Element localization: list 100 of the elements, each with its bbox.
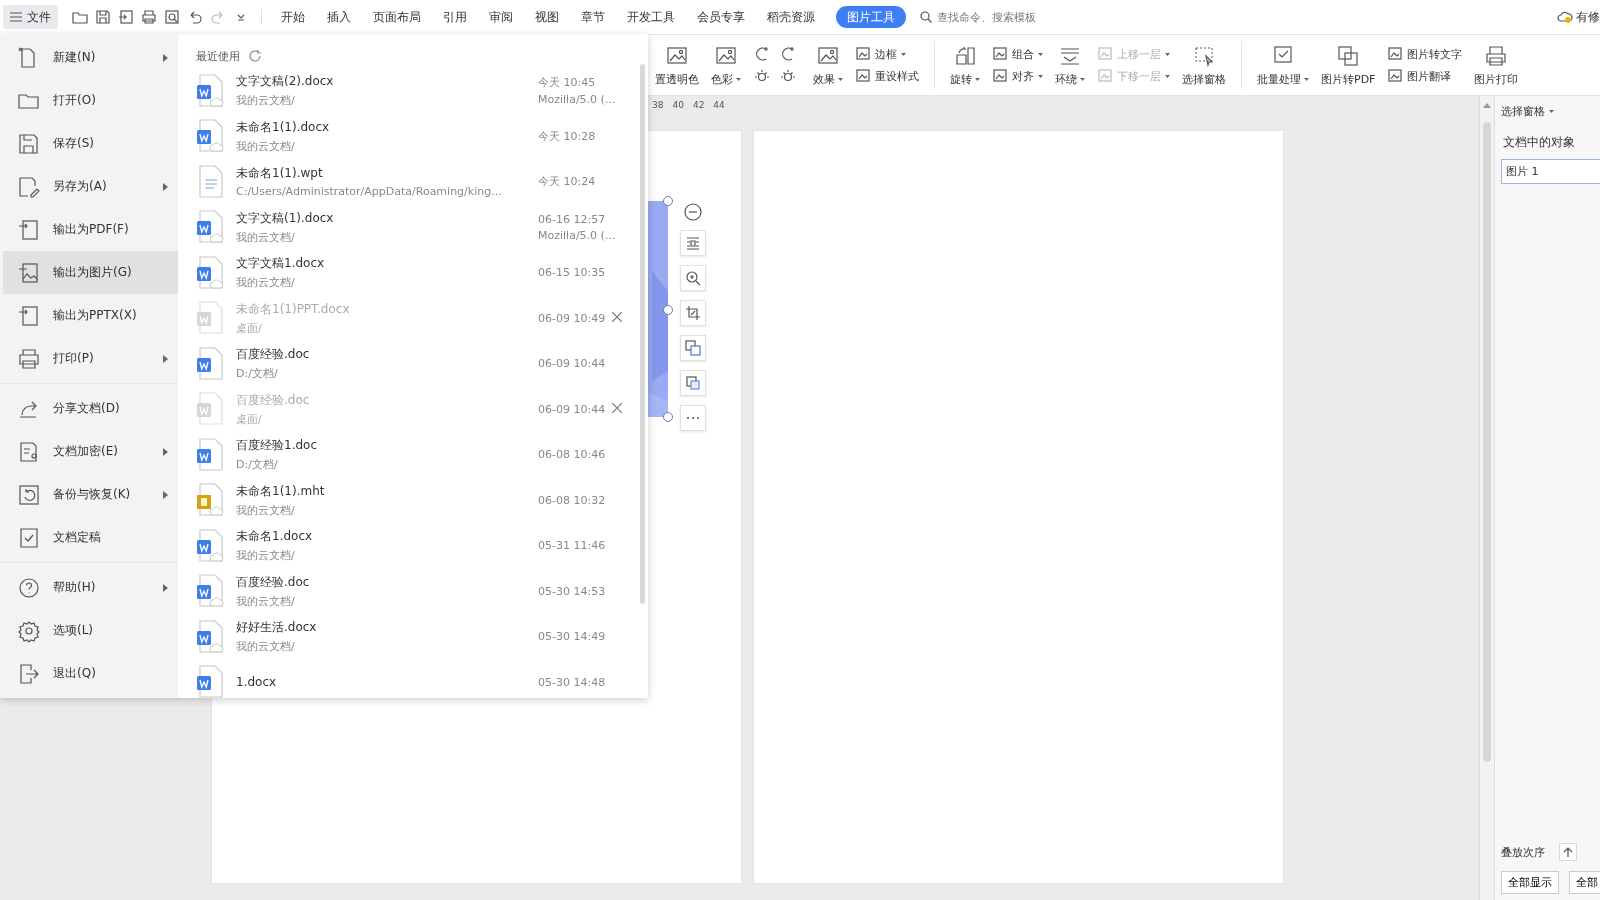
ribbon-tab[interactable]: 引用 — [432, 6, 478, 28]
file-name[interactable]: 未命名1(1).mht — [236, 482, 526, 500]
move-up-button[interactable] — [1559, 843, 1577, 861]
ribbon-button[interactable]: 对齐 — [989, 65, 1046, 87]
ribbon-button[interactable]: 环绕 — [1052, 41, 1088, 89]
scrollbar[interactable] — [640, 64, 645, 604]
ribbon-button[interactable]: 置透明色 — [652, 41, 702, 89]
ribbon-button[interactable]: 组合 — [989, 43, 1046, 65]
menu-item[interactable]: 选项(L) — [3, 609, 178, 652]
print-preview-icon[interactable] — [164, 9, 180, 25]
pane-button[interactable]: 全部显示 — [1501, 871, 1559, 894]
export-icon — [17, 217, 41, 242]
pane-subtitle: 文档中的对象 — [1503, 134, 1576, 151]
menu-item[interactable]: 输出为PPTX(X) — [3, 294, 178, 337]
tool-button[interactable] — [680, 230, 706, 256]
ribbon-button[interactable]: 图片转文字 — [1384, 43, 1466, 65]
menu-item[interactable]: 分享文档(D) — [3, 387, 178, 430]
menu-item[interactable]: 输出为图片(G) — [3, 251, 178, 294]
pane-button[interactable]: 全部 — [1569, 871, 1600, 894]
pane-title[interactable]: 选择窗格 — [1501, 104, 1600, 119]
close-icon[interactable] — [612, 402, 622, 413]
tool-button[interactable] — [680, 265, 706, 291]
ribbon-button[interactable]: 选择窗格 — [1179, 41, 1229, 89]
order-label: 叠放次序 — [1501, 844, 1545, 860]
menu-item[interactable]: 另存为(A) — [3, 165, 178, 208]
tool-button[interactable] — [680, 335, 706, 361]
arrow-icon — [1483, 102, 1491, 108]
restore-icon — [17, 482, 41, 507]
resize-handle[interactable] — [663, 305, 673, 315]
ribbon-button[interactable]: 图片翻译 — [1384, 65, 1455, 87]
menu-item[interactable]: 文档加密(E) — [3, 430, 178, 473]
menu-item[interactable]: 保存(S) — [3, 122, 178, 165]
ribbon-button[interactable]: 旋转 — [947, 41, 983, 89]
ribbon-tab[interactable]: 会员专享 — [686, 6, 756, 28]
file-name[interactable]: 百度经验.doc — [236, 573, 526, 591]
menu-item[interactable]: 输出为PDF(F) — [3, 208, 178, 251]
save-status[interactable]: 有修 — [1576, 8, 1600, 26]
ribbon-tab[interactable]: 页面布局 — [362, 6, 432, 28]
chevron-right-icon — [163, 490, 168, 499]
folder-icon[interactable] — [72, 9, 88, 25]
file-time: 06-09 10:49 — [538, 311, 606, 325]
ribbon-button[interactable]: 色彩 — [708, 41, 744, 89]
ribbon-button[interactable]: 图片打印 — [1471, 41, 1522, 89]
file-source: Mozilla/5.0 (... — [538, 228, 616, 242]
ribbon-tab[interactable]: 图片工具 — [836, 6, 906, 28]
scrollbar[interactable] — [1479, 96, 1494, 900]
tool-button[interactable] — [680, 370, 706, 396]
file-name[interactable]: 文字文稿1.docx — [236, 255, 526, 273]
close-icon[interactable] — [612, 311, 622, 322]
ribbon-tab[interactable]: 插入 — [316, 6, 362, 28]
printer-icon[interactable] — [141, 9, 157, 25]
menu-item[interactable]: 打开(O) — [3, 79, 178, 122]
ribbon-tab[interactable]: 章节 — [570, 6, 616, 28]
resize-handle[interactable] — [663, 412, 673, 422]
cloud-icon — [1557, 10, 1573, 24]
file-time: 05-30 14:53 — [538, 584, 606, 598]
file-name[interactable]: 1.docx — [236, 675, 526, 690]
menu-item[interactable]: 帮助(H) — [3, 566, 178, 609]
chevron-right-icon — [163, 354, 168, 363]
file-name[interactable]: 百度经验.doc — [236, 346, 526, 364]
export-icon[interactable] — [118, 9, 134, 25]
refresh-icon[interactable] — [248, 49, 262, 63]
file-name[interactable]: 文字文稿(2).docx — [236, 73, 526, 91]
resize-handle[interactable] — [663, 196, 673, 206]
file-name[interactable]: 未命名1.docx — [236, 528, 526, 546]
menu-item[interactable]: 打印(P) — [3, 337, 178, 380]
file-time: 05-31 11:46 — [538, 539, 606, 553]
file-path: 我的云文档/ — [236, 639, 296, 655]
printer-icon — [1484, 43, 1509, 68]
exit-icon — [17, 661, 41, 686]
ribbon-button[interactable]: 图片转PDF — [1318, 41, 1379, 89]
ribbon-button[interactable]: 边框 — [852, 43, 909, 65]
menu-item[interactable]: 新建(N) — [3, 36, 178, 79]
save-icon[interactable] — [95, 9, 111, 25]
ribbon-tab[interactable]: 开始 — [270, 6, 316, 28]
file-name[interactable]: 文字文稿(1).docx — [236, 209, 526, 227]
file-menu-button[interactable]: 文件 — [3, 5, 58, 29]
file-name[interactable]: 未命名1(1).docx — [236, 118, 526, 136]
file-path: 我的云文档/ — [236, 93, 296, 109]
ribbon-button[interactable]: 重设样式 — [852, 65, 922, 87]
tool-button[interactable] — [680, 300, 706, 326]
search-field[interactable]: 查找命令、搜索模板 — [935, 9, 1069, 25]
file-name[interactable]: 好好生活.docx — [236, 619, 526, 637]
file-time: 06-08 10:46 — [538, 448, 606, 462]
file-time: 今天 10:45 — [538, 75, 596, 91]
menu-item[interactable]: 文档定稿 — [3, 516, 178, 559]
ribbon-tab[interactable]: 视图 — [524, 6, 570, 28]
file-name[interactable]: 百度经验1.doc — [236, 437, 526, 455]
save-as-icon — [17, 174, 41, 199]
file-path: 我的云文档/ — [236, 502, 296, 518]
ribbon-button[interactable]: 批量处理 — [1254, 41, 1312, 89]
menu-item[interactable]: 备份与恢复(K) — [3, 473, 178, 516]
ribbon-tab[interactable]: 开发工具 — [616, 6, 686, 28]
ribbon-tab[interactable]: 审阅 — [478, 6, 524, 28]
ribbon-button[interactable]: 效果 — [810, 41, 846, 89]
object-item[interactable]: 图片 1 — [1501, 159, 1600, 184]
menu-item[interactable]: 退出(Q) — [3, 652, 178, 695]
ribbon-tab[interactable]: 稻壳资源 — [756, 6, 826, 28]
zoom-out-icon[interactable] — [684, 203, 702, 221]
file-name[interactable]: 未命名1(1).wpt — [236, 165, 526, 183]
